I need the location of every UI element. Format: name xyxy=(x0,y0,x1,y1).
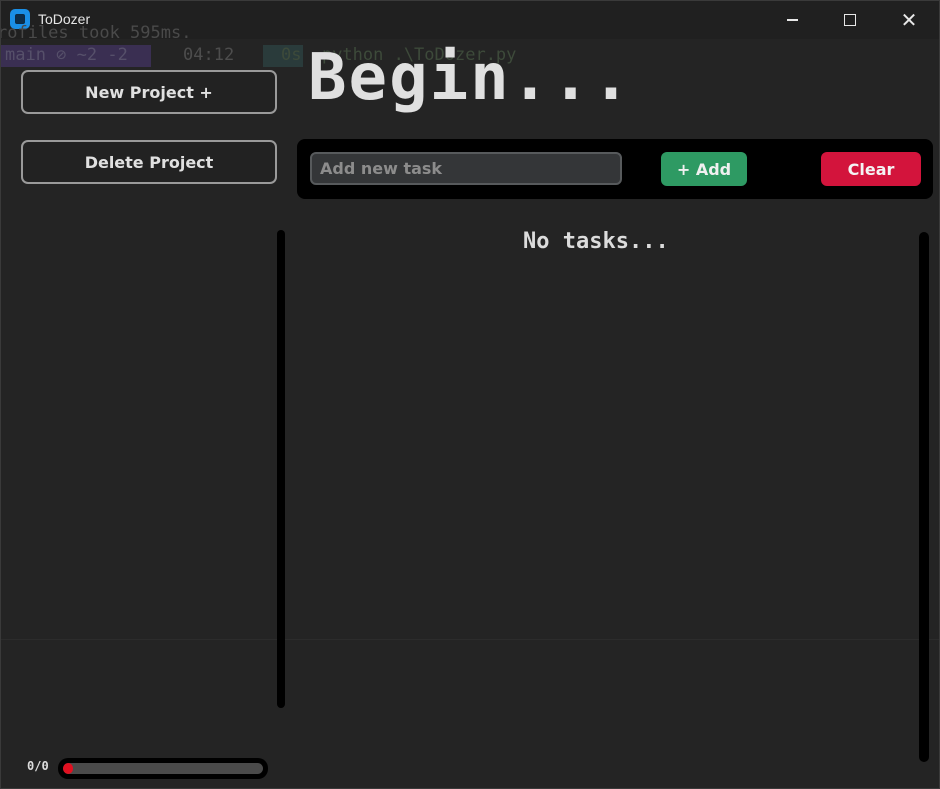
progress-bar xyxy=(58,758,268,779)
maximize-icon xyxy=(844,14,856,26)
minimize-button[interactable] xyxy=(763,1,821,39)
ghost-time: 04:12 xyxy=(183,45,235,65)
close-button[interactable]: ✕ xyxy=(880,1,938,39)
task-input[interactable] xyxy=(310,152,622,185)
minimize-icon xyxy=(786,19,798,21)
sidebar-scrollbar[interactable] xyxy=(277,230,285,708)
ghost-divider xyxy=(1,639,939,640)
task-entry-bar: + Add Clear xyxy=(297,139,933,199)
progress-track xyxy=(63,763,263,774)
empty-tasks-message: No tasks... xyxy=(523,229,669,254)
clear-tasks-button[interactable]: Clear xyxy=(821,152,921,186)
task-list-scrollbar[interactable] xyxy=(919,232,929,762)
ghost-branch-text: main ⊘ ~2 -2 xyxy=(5,45,128,65)
page-title: Begin... xyxy=(308,41,633,115)
delete-project-button[interactable]: Delete Project xyxy=(21,140,277,184)
add-task-button[interactable]: + Add xyxy=(661,152,747,186)
close-icon: ✕ xyxy=(900,8,918,32)
progress-fill xyxy=(63,763,73,774)
app-window: ToDozer ✕ rofiles took 595ms. main ⊘ ~2 … xyxy=(0,0,940,789)
maximize-button[interactable] xyxy=(821,1,879,39)
progress-label: 0/0 xyxy=(27,759,49,773)
new-project-button[interactable]: New Project + xyxy=(21,70,277,114)
ghost-terminal-line: rofiles took 595ms. xyxy=(0,23,192,43)
